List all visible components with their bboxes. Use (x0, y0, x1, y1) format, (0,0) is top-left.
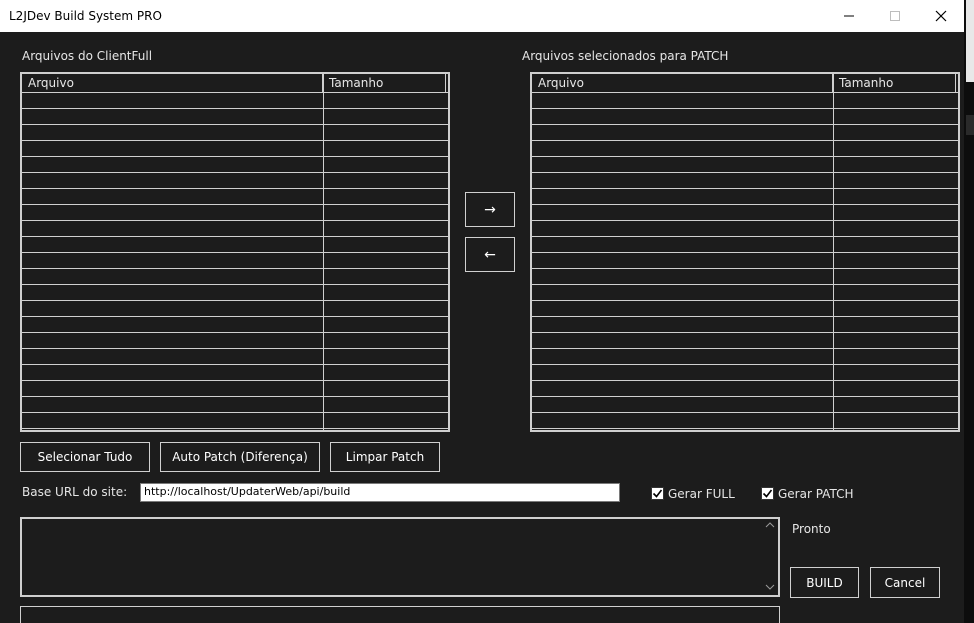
background-marker (966, 115, 974, 135)
log-textarea[interactable] (20, 517, 780, 597)
scroll-down-icon[interactable] (762, 583, 778, 593)
column-header-size[interactable]: Tamanho (833, 74, 956, 92)
background-scroll-thumb (966, 0, 974, 82)
select-all-button[interactable]: Selecionar Tudo (20, 442, 150, 472)
patch-files-list[interactable]: Arquivo Tamanho (530, 72, 960, 432)
background-window-edge (964, 0, 974, 623)
check-icon (652, 489, 663, 498)
remove-from-patch-button[interactable]: ← (465, 237, 515, 272)
maximize-icon (890, 11, 900, 21)
column-header-size[interactable]: Tamanho (323, 74, 446, 92)
log-scrollbar[interactable] (762, 519, 778, 595)
column-header-file[interactable]: Arquivo (532, 74, 833, 92)
clear-patch-button[interactable]: Limpar Patch (330, 442, 440, 472)
close-button[interactable] (918, 0, 964, 32)
column-divider (833, 74, 834, 430)
maximize-button[interactable] (872, 0, 918, 32)
build-button[interactable]: BUILD (790, 567, 859, 598)
minimize-icon (844, 15, 854, 17)
patch-files-header: Arquivo Tamanho (532, 74, 958, 93)
clientfull-files-rows[interactable] (22, 93, 448, 430)
cancel-button[interactable]: Cancel (870, 567, 940, 598)
window-title: L2JDev Build System PRO (9, 9, 162, 23)
column-divider (323, 74, 324, 430)
close-icon (935, 10, 947, 22)
check-icon (762, 489, 773, 498)
base-url-input[interactable]: http://localhost/UpdaterWeb/api/build (140, 483, 620, 502)
base-url-label: Base URL do site: (22, 485, 128, 499)
minimize-button[interactable] (826, 0, 872, 32)
auto-patch-button[interactable]: Auto Patch (Diferença) (160, 442, 320, 472)
clientfull-files-header: Arquivo Tamanho (22, 74, 448, 93)
generate-patch-label[interactable]: Gerar PATCH (778, 487, 854, 501)
title-bar: L2JDev Build System PRO (0, 0, 964, 32)
patch-files-label: Arquivos selecionados para PATCH (522, 49, 729, 63)
clientfull-files-label: Arquivos do ClientFull (22, 49, 153, 63)
status-text: Pronto (792, 522, 831, 536)
generate-full-label[interactable]: Gerar FULL (668, 487, 735, 501)
generate-full-checkbox[interactable] (651, 487, 664, 500)
generate-patch-checkbox[interactable] (761, 487, 774, 500)
add-to-patch-button[interactable]: → (465, 192, 515, 227)
patch-files-rows[interactable] (532, 93, 958, 430)
scroll-up-icon[interactable] (762, 521, 778, 531)
clientfull-files-list[interactable]: Arquivo Tamanho (20, 72, 450, 432)
progress-bar (20, 606, 780, 623)
column-header-file[interactable]: Arquivo (22, 74, 323, 92)
